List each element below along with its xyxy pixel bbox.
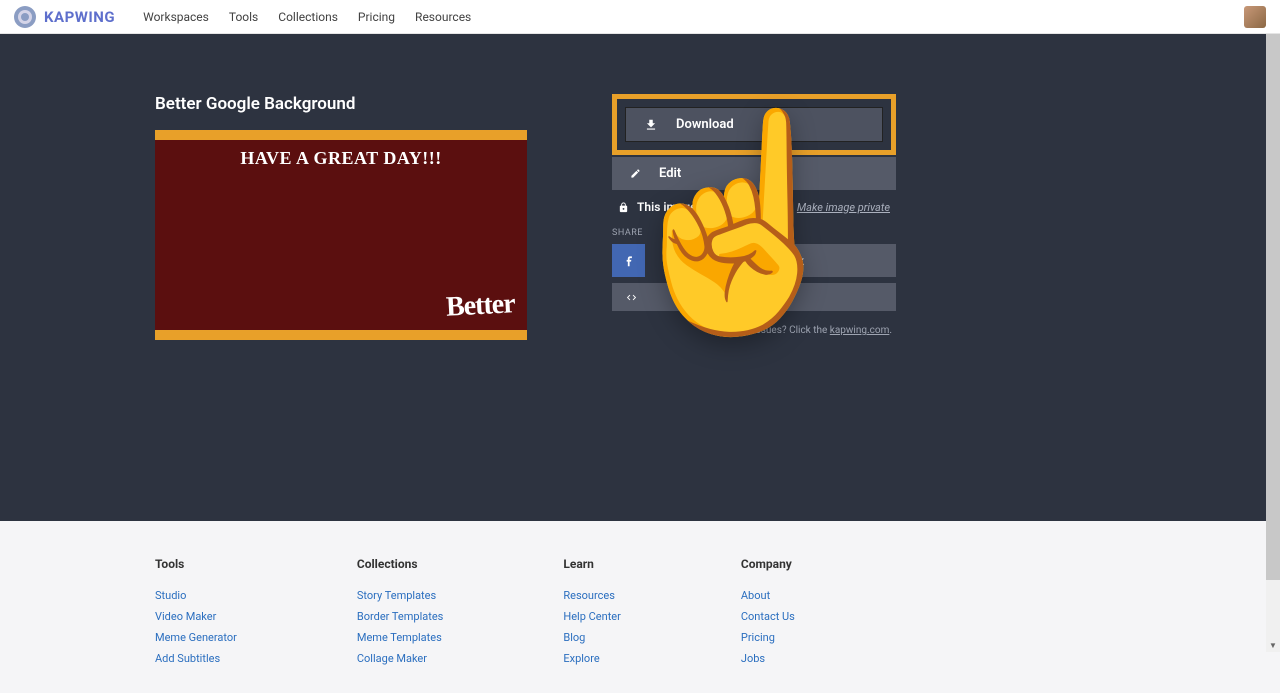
footer-link-resources[interactable]: Resources xyxy=(563,589,621,602)
help-text: Having issues? Click the kapwing.com. xyxy=(612,325,896,336)
footer-link-blog[interactable]: Blog xyxy=(563,631,621,644)
help-prefix: Having issues? Click the xyxy=(720,325,828,336)
logo[interactable]: KAPWING xyxy=(14,6,115,28)
copy-link-button[interactable]: Copy Link xyxy=(714,244,896,277)
nav-tools[interactable]: Tools xyxy=(229,10,258,24)
footer-link-pricing[interactable]: Pricing xyxy=(741,631,795,644)
footer-collections-heading: Collections xyxy=(357,557,444,571)
download-label: Download xyxy=(676,117,734,132)
footer-link-meme-templates[interactable]: Meme Templates xyxy=(357,631,444,644)
footer-tools-heading: Tools xyxy=(155,557,237,571)
nav-collections[interactable]: Collections xyxy=(278,10,338,24)
logo-icon xyxy=(14,6,36,28)
footer-collections: Collections Story Templates Border Templ… xyxy=(357,557,444,673)
preview-text: HAVE A GREAT DAY!!! xyxy=(240,148,441,330)
footer-learn: Learn Resources Help Center Blog Explore xyxy=(563,557,621,673)
main-nav: Workspaces Tools Collections Pricing Res… xyxy=(143,10,471,24)
link-icon xyxy=(728,255,739,266)
topbar: KAPWING Workspaces Tools Collections Pri… xyxy=(0,0,1280,34)
footer-link-help-center[interactable]: Help Center xyxy=(563,610,621,623)
footer-link-collage-maker[interactable]: Collage Maker xyxy=(357,652,444,665)
help-link[interactable]: kapwing.com xyxy=(830,325,890,336)
edit-icon xyxy=(630,168,641,179)
nav-resources[interactable]: Resources xyxy=(415,10,471,24)
privacy-status: This image is public xyxy=(637,200,745,214)
instagram-icon xyxy=(688,254,702,268)
nav-workspaces[interactable]: Workspaces xyxy=(143,10,209,24)
scrollbar[interactable]: ▲ ▼ xyxy=(1266,0,1280,652)
privacy-row: This image is public Make image private xyxy=(612,190,896,228)
project-title: Better Google Background xyxy=(155,94,527,114)
preview-signature: Better xyxy=(446,288,516,324)
edit-button[interactable]: Edit xyxy=(612,157,896,190)
make-private-link[interactable]: Make image private xyxy=(797,201,890,214)
copy-link-label: Copy Link xyxy=(751,254,804,268)
main-area: Better Google Background HAVE A GREAT DA… xyxy=(0,34,1280,521)
footer-link-explore[interactable]: Explore xyxy=(563,652,621,665)
footer-tools: Tools Studio Video Maker Meme Generator … xyxy=(155,557,237,673)
lock-icon xyxy=(618,202,629,213)
download-icon xyxy=(644,118,658,132)
footer-company: Company About Contact Us Pricing Jobs xyxy=(741,557,795,673)
footer-link-about[interactable]: About xyxy=(741,589,795,602)
footer-learn-heading: Learn xyxy=(563,557,621,571)
footer-company-heading: Company xyxy=(741,557,795,571)
share-label: SHARE xyxy=(612,228,896,238)
code-icon xyxy=(626,292,637,303)
footer-link-video-maker[interactable]: Video Maker xyxy=(155,610,237,623)
preview-column: Better Google Background HAVE A GREAT DA… xyxy=(155,94,527,340)
logo-text: KAPWING xyxy=(44,8,115,26)
edit-label: Edit xyxy=(659,166,681,181)
scrollbar-thumb[interactable] xyxy=(1266,0,1280,580)
scroll-down-icon[interactable]: ▼ xyxy=(1266,638,1280,652)
download-highlight: Download xyxy=(612,94,896,155)
footer-link-jobs[interactable]: Jobs xyxy=(741,652,795,665)
nav-pricing[interactable]: Pricing xyxy=(358,10,395,24)
share-facebook-button[interactable] xyxy=(612,244,645,277)
footer: Tools Studio Video Maker Meme Generator … xyxy=(0,521,1280,693)
avatar[interactable] xyxy=(1244,6,1266,28)
embed-button[interactable] xyxy=(612,283,896,311)
actions-column: ☝️ Download Edit This image is public Ma… xyxy=(612,94,896,340)
facebook-icon xyxy=(622,254,636,268)
footer-link-add-subtitles[interactable]: Add Subtitles xyxy=(155,652,237,665)
footer-link-meme-generator[interactable]: Meme Generator xyxy=(155,631,237,644)
share-instagram-button[interactable] xyxy=(678,244,711,277)
share-row: Copy Link xyxy=(612,244,896,277)
footer-link-studio[interactable]: Studio xyxy=(155,589,237,602)
preview-canvas: HAVE A GREAT DAY!!! Better xyxy=(155,130,527,340)
download-button[interactable]: Download xyxy=(625,107,883,142)
footer-link-story-templates[interactable]: Story Templates xyxy=(357,589,444,602)
footer-link-border-templates[interactable]: Border Templates xyxy=(357,610,444,623)
footer-link-contact-us[interactable]: Contact Us xyxy=(741,610,795,623)
